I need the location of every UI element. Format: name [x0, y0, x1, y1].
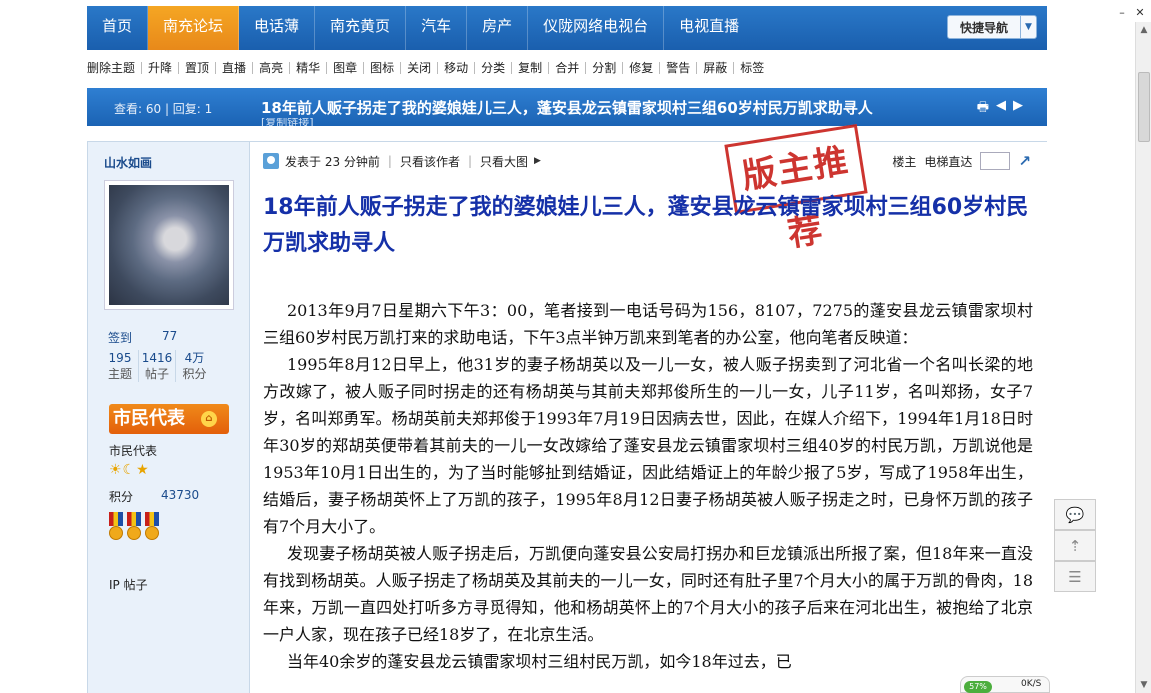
mod-action-repair[interactable]: 修复 [623, 62, 661, 74]
posted-at: 发表于 23 分钟前 [285, 154, 380, 169]
user-online-icon [263, 153, 279, 169]
mod-action-close[interactable]: 关闭 [401, 62, 439, 74]
nav-item-yellowpages[interactable]: 南充黄页 [315, 6, 407, 50]
jump-label: 电梯直达 [924, 154, 973, 169]
copy-link[interactable]: [复制链接] [261, 118, 314, 126]
network-percent: 57% [964, 681, 992, 693]
only-author-link[interactable]: 只看该作者 [400, 153, 460, 170]
comment-icon[interactable]: 💬 [1054, 499, 1096, 530]
medals [109, 512, 159, 544]
scroll-up-icon[interactable]: ▲ [1136, 22, 1151, 38]
avatar-image [109, 185, 229, 305]
mod-action-bump[interactable]: 升降 [142, 62, 180, 74]
post-body: 2013年9月7日星期六下午3：00，笔者接到一电话号码为156，8107，72… [263, 297, 1033, 675]
thread-stats: 查看: 60 | 回复: 1 [114, 102, 213, 116]
post-title: 18年前人贩子拐走了我的婆娘娃儿三人，蓬安县龙云镇雷家坝村三组60岁村民万凯求助… [263, 195, 1029, 256]
stat-posts[interactable]: 1416 帖子 [139, 350, 176, 382]
mod-action-delete[interactable]: 删除主题 [87, 62, 143, 74]
large-images-link[interactable]: 只看大图 [480, 153, 528, 170]
post: 山水如画 签到 77 195 主题 1416 帖子 4万 积分 市民代表 ⌂ 市民代表… [87, 123, 1047, 693]
post-content: 发表于 23 分钟前 | 只看该作者 | 只看大图 ▶ 楼主 电梯直达 ↗ 版主… [251, 123, 1047, 693]
floor-label: 楼主 [892, 154, 917, 169]
post-paragraph: 1995年8月12日早上，他31岁的妻子杨胡英以及一儿一女，被人贩子拐卖到了河北… [263, 355, 1033, 536]
chevron-down-icon: ▼ [1020, 16, 1036, 38]
mod-action-merge[interactable]: 合并 [549, 62, 587, 74]
close-icon[interactable]: ✕ [1133, 6, 1147, 20]
post-paragraph: 2013年9月7日星期六下午3：00，笔者接到一电话号码为156，8107，72… [263, 301, 1033, 347]
quick-nav-label: 快捷导航 [959, 20, 1008, 35]
mod-action-highlight[interactable]: 高亮 [253, 62, 291, 74]
vertical-scrollbar[interactable]: ▲ ▼ [1135, 22, 1151, 693]
nav-item-live-tv[interactable]: 电视直播 [664, 6, 754, 50]
floor-jump-input[interactable] [980, 152, 1011, 170]
mod-action-tag[interactable]: 标签 [734, 62, 770, 74]
rank-stars-icon: ☀☾★ [109, 462, 150, 478]
nav-item-home[interactable]: 首页 [87, 6, 149, 50]
stat-points[interactable]: 4万 积分 [176, 350, 213, 382]
author-stats: 195 主题 1416 帖子 4万 积分 [102, 350, 213, 382]
rank-badge: 市民代表 ⌂ [109, 404, 229, 434]
points-label: 积分 [109, 490, 134, 504]
floor-jump: 楼主 电梯直达 ↗ [892, 152, 1031, 170]
print-icon[interactable]: 🖶 [977, 98, 989, 120]
medal-icon[interactable] [109, 512, 123, 544]
go-icon[interactable]: ↗ [1018, 152, 1031, 170]
mod-action-stamp[interactable]: 图章 [327, 62, 365, 74]
mod-action-warn[interactable]: 警告 [660, 62, 698, 74]
mod-action-copy[interactable]: 复制 [512, 62, 550, 74]
moderation-toolbar: 删除主题 升降 置顶 直播 高亮 精华 图章 图标 关闭 移动 分类 复制 合并… [87, 58, 1047, 78]
floating-tools: 💬 ⇡ ☰ [1054, 499, 1096, 592]
nav-item-auto[interactable]: 汽车 [406, 6, 468, 50]
window-controls: – ✕ [1115, 6, 1147, 20]
scrollbar-thumb[interactable] [1138, 72, 1150, 142]
thread-tools: 🖶 ◀ ▶ [977, 98, 1023, 120]
quick-nav-button[interactable]: 快捷导航 ▼ [947, 15, 1037, 39]
next-thread-icon[interactable]: ▶ [1013, 98, 1023, 120]
mod-action-icon[interactable]: 图标 [364, 62, 402, 74]
rank-name: 市民代表 [109, 444, 158, 458]
sign-in-row: 签到 77 [108, 329, 177, 346]
mod-action-live[interactable]: 直播 [216, 62, 254, 74]
medal-icon[interactable] [127, 512, 141, 544]
thread-header: 查看: 60 | 回复: 1 18年前人贩子拐走了我的婆娘娃儿三人，蓬安县龙云镇… [87, 88, 1047, 126]
mod-action-digest[interactable]: 精华 [290, 62, 328, 74]
nav-item-realestate[interactable]: 房产 [467, 6, 529, 50]
top-nav: 首页 南充论坛 电话薄 南充黄页 汽车 房产 仪陇网络电视台 电视直播 快捷导航… [87, 6, 1047, 50]
nav-item-tv-station[interactable]: 仪陇网络电视台 [528, 6, 665, 50]
medal-icon[interactable] [145, 512, 159, 544]
mod-action-split[interactable]: 分割 [586, 62, 624, 74]
mod-action-move[interactable]: 移动 [438, 62, 476, 74]
mod-action-sticky[interactable]: 置顶 [179, 62, 217, 74]
points-row: 积分 43730 [109, 488, 199, 505]
author-name[interactable]: 山水如画 [104, 154, 152, 171]
back-to-top-icon[interactable]: ⇡ [1054, 530, 1096, 561]
minimize-icon[interactable]: – [1115, 6, 1129, 20]
house-icon: ⌂ [201, 411, 217, 427]
thread-title: 18年前人贩子拐走了我的婆娘娃儿三人，蓬安县龙云镇雷家坝村三组60岁村民万凯求助… [261, 99, 873, 117]
network-speed-widget: 57% 0K/S [960, 676, 1050, 693]
caret-right-icon: ▶ [534, 156, 541, 166]
post-paragraph: 当年40余岁的蓬安县龙云镇雷家坝村三组村民万凯，如今18年过去，已 [287, 652, 792, 671]
post-meta-bar: 发表于 23 分钟前 | 只看该作者 | 只看大图 ▶ [263, 152, 541, 170]
sign-in-value: 77 [162, 329, 178, 343]
sign-in-label: 签到 [108, 331, 133, 345]
prev-thread-icon[interactable]: ◀ [996, 98, 1006, 120]
rank-badge-label: 市民代表 [113, 408, 185, 429]
points-value: 43730 [161, 488, 200, 502]
author-sidebar: 山水如画 签到 77 195 主题 1416 帖子 4万 积分 市民代表 ⌂ 市民代表… [88, 142, 250, 693]
ip-posts-link[interactable]: IP 帖子 [109, 576, 148, 593]
mod-action-category[interactable]: 分类 [475, 62, 513, 74]
nav-item-phonebook[interactable]: 电话薄 [239, 6, 316, 50]
post-paragraph: 发现妻子杨胡英被人贩子拐走后，万凯便向蓬安县公安局打拐办和巨龙镇派出所报了案，但… [263, 544, 1033, 644]
avatar[interactable] [104, 180, 234, 310]
nav-item-forum[interactable]: 南充论坛 [148, 6, 240, 50]
mod-action-block[interactable]: 屏蔽 [697, 62, 735, 74]
list-icon[interactable]: ☰ [1054, 561, 1096, 592]
network-speed: 0K/S [1021, 679, 1042, 689]
stat-threads[interactable]: 195 主题 [102, 350, 139, 382]
scroll-down-icon[interactable]: ▼ [1136, 677, 1151, 693]
